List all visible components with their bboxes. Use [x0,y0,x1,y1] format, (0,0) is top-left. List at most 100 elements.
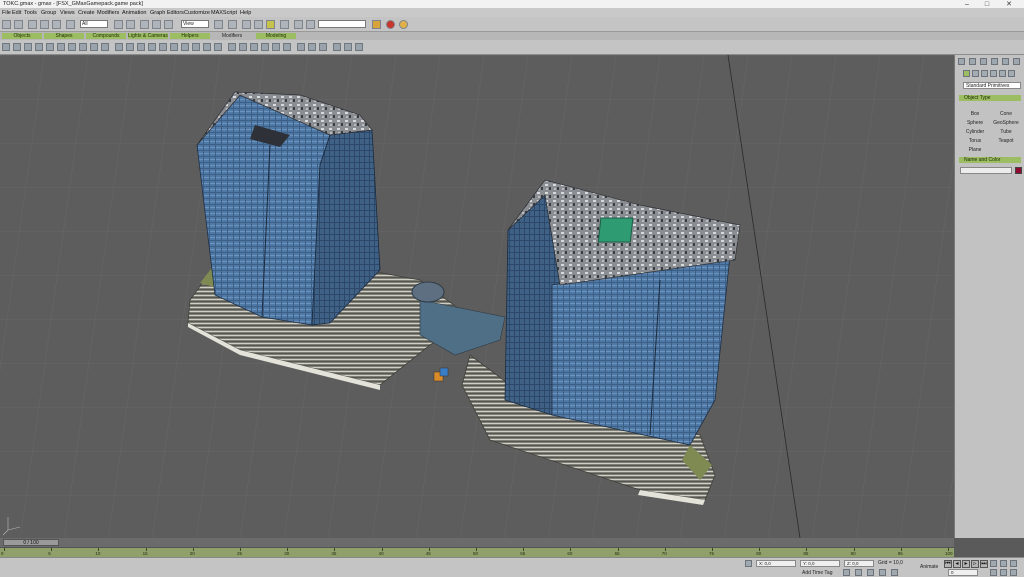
create-tab-icon[interactable] [958,58,965,65]
spinner-snap-icon[interactable] [280,20,289,29]
teapot-icon[interactable] [46,43,54,51]
sphere-button[interactable]: Sphere [961,120,989,127]
tab-shapes[interactable]: Shapes [44,33,84,39]
redo-icon[interactable] [14,20,23,29]
menu-animation[interactable]: Animation [122,10,146,16]
cone-button[interactable]: Cone [992,111,1020,118]
box-button[interactable]: Box [961,111,989,118]
loft-icon[interactable] [239,43,247,51]
menu-customize[interactable]: Customize [184,10,210,16]
undo-icon[interactable] [2,20,11,29]
min-max-toggle-icon[interactable] [1010,569,1017,576]
tab-compounds[interactable]: Compounds [86,33,126,39]
dummy-icon[interactable] [297,43,305,51]
scene-canvas[interactable] [0,55,954,538]
lock-selection-icon[interactable] [745,560,752,567]
text-shape-icon[interactable] [159,43,167,51]
pivot-center-icon[interactable] [214,20,223,29]
bend-modifier-icon[interactable] [333,43,341,51]
current-frame-field[interactable]: 0 [948,569,978,576]
menu-tools[interactable]: Tools [24,10,37,16]
close-icon[interactable]: ✕ [1000,0,1018,9]
select-by-name-icon[interactable] [114,20,123,29]
cone-icon[interactable] [57,43,65,51]
tape-icon[interactable] [319,43,327,51]
rectangle-icon[interactable] [170,43,178,51]
maximize-viewport-icon[interactable] [1010,560,1017,567]
play-button[interactable]: ▸ [962,560,970,568]
previous-frame-button[interactable]: ◂ [953,560,961,568]
z-coordinate-field[interactable]: Z: 0,0 [844,560,874,567]
select-move-icon[interactable] [140,20,149,29]
render-scene-icon[interactable] [386,20,395,29]
ellipse-icon[interactable] [181,43,189,51]
y-coordinate-field[interactable]: Y: 0,0 [800,560,840,567]
plane-icon[interactable] [101,43,109,51]
cylinder-icon[interactable] [24,43,32,51]
box-icon[interactable] [2,43,10,51]
field-of-view-icon[interactable] [990,569,997,576]
motion-tab-icon[interactable] [991,58,998,65]
line-icon[interactable] [115,43,123,51]
next-frame-button[interactable]: ▹ [971,560,979,568]
select-object-icon[interactable] [66,20,75,29]
spot-light-icon[interactable] [272,43,280,51]
helpers-icon[interactable] [999,70,1006,77]
material-editor-icon[interactable] [372,20,381,29]
mirror-icon[interactable] [294,20,303,29]
unlink-icon[interactable] [40,20,49,29]
go-to-start-button[interactable]: ⏮ [944,560,952,568]
zoom-all-icon[interactable] [1000,560,1007,567]
percent-snap-icon[interactable] [266,20,275,29]
selection-filter-dropdown[interactable]: All [80,20,108,28]
torus-button[interactable]: Torus [961,138,989,145]
perspective-viewport[interactable] [0,55,954,538]
quick-render-icon[interactable] [399,20,408,29]
x-coordinate-field[interactable]: X: 0,0 [756,560,796,567]
plane-button[interactable]: Plane [961,147,989,154]
display-tab-icon[interactable] [1002,58,1009,65]
utilities-tab-icon[interactable] [1013,58,1020,65]
name-color-rollout[interactable]: Name and Color [959,157,1021,163]
boolean-icon[interactable] [228,43,236,51]
time-slider[interactable]: 0 / 100 [0,538,954,547]
menu-create[interactable]: Create [78,10,95,16]
menu-file[interactable]: File [2,10,11,16]
tab-lights-cameras[interactable]: Lights & Cameras [128,33,168,39]
edit-mesh-icon[interactable] [355,43,363,51]
scatter-icon[interactable] [250,43,258,51]
animate-button[interactable]: Animate [920,564,938,570]
pan-view-icon[interactable] [879,569,886,576]
zoom-icon[interactable] [990,560,997,567]
object-color-swatch[interactable] [1015,167,1022,174]
align-icon[interactable] [306,20,315,29]
uvw-map-icon[interactable] [344,43,352,51]
camera-icon[interactable] [283,43,291,51]
zoom-extents-icon[interactable] [867,569,874,576]
time-slider-handle[interactable]: 0 / 100 [3,539,59,546]
set-key-icon[interactable] [855,569,862,576]
menu-modifiers[interactable]: Modifiers [97,10,119,16]
menu-help[interactable]: Help [240,10,251,16]
add-time-tag-label[interactable]: Add Time Tag [802,570,832,576]
circle-icon[interactable] [126,43,134,51]
tube-icon[interactable] [79,43,87,51]
point-helper-icon[interactable] [308,43,316,51]
object-name-field[interactable] [960,167,1012,174]
select-link-icon[interactable] [28,20,37,29]
cylinder-button[interactable]: Cylinder [961,129,989,136]
rectangular-selection-icon[interactable] [126,20,135,29]
lights-icon[interactable] [981,70,988,77]
hierarchy-tab-icon[interactable] [980,58,987,65]
reference-coordinate-dropdown[interactable]: View [181,20,209,28]
select-manipulate-icon[interactable] [228,20,237,29]
torus-icon[interactable] [35,43,43,51]
menu-group[interactable]: Group [41,10,56,16]
geosphere-button[interactable]: GeoSphere [992,120,1020,127]
tab-objects[interactable]: Objects [2,33,42,39]
tab-modifiers[interactable]: Modifiers [212,33,252,39]
go-to-end-button[interactable]: ⏭ [980,560,988,568]
snaps-toggle-icon[interactable] [242,20,251,29]
object-type-rollout[interactable]: Object Type [959,95,1021,101]
cameras-icon[interactable] [990,70,997,77]
